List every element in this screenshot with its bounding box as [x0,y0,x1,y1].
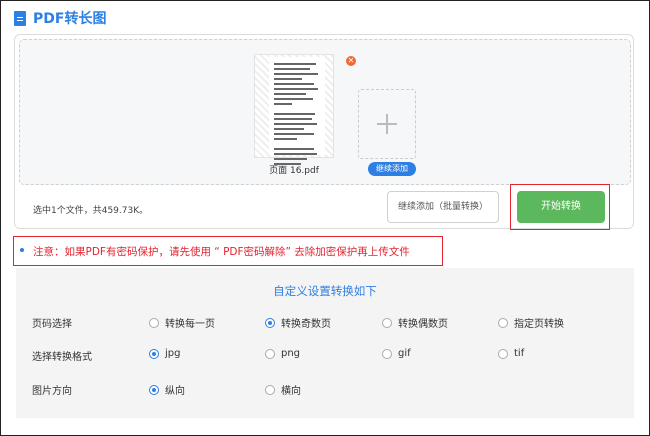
radio-icon [498,317,508,328]
preview-text-line [274,113,316,115]
radio-selected-icon [149,348,159,359]
preview-text-line [274,128,305,130]
preview-text-line [274,133,315,135]
preview-text-line [274,148,314,150]
document-icon [14,10,26,26]
plus-icon [377,114,397,134]
option-label: 纵向 [165,386,185,397]
radio-format-jpg[interactable]: jpg [149,348,180,359]
option-label: 转换每一页 [165,319,215,330]
radio-icon [149,317,159,328]
option-label: 转换奇数页 [281,319,331,330]
batch-add-button[interactable]: 继续添加（批量转换） [387,191,499,223]
preview-text-line [274,158,308,160]
radio-page-odd[interactable]: 转换奇数页 [265,315,331,330]
upload-panel: ✕ 页面 16.pdf 继续添加 选中1个文件，共459.73K。 继续添加（批… [14,34,634,230]
pdf-page-preview [269,57,325,165]
page-header: PDF转长图 [14,8,106,28]
format-label: 选择转换格式 [32,352,92,363]
preview-text-line [274,93,307,95]
preview-text-line [274,123,318,125]
add-more-button[interactable]: 继续添加 [368,162,416,176]
preview-text-line [274,153,317,155]
radio-page-every[interactable]: 转换每一页 [149,315,215,330]
add-file-box[interactable] [358,89,416,159]
radio-page-specific[interactable]: 指定页转换 [498,315,564,330]
remove-file-icon[interactable]: ✕ [346,56,356,66]
start-convert-button[interactable]: 开始转换 [517,191,605,223]
radio-icon [265,348,275,359]
orientation-label: 图片方向 [32,386,72,397]
settings-title: 自定义设置转换如下 [273,284,377,298]
preview-text-line [274,68,310,70]
bullet-dot [20,248,24,252]
radio-selected-icon [265,317,275,328]
preview-text-line [274,88,319,90]
preview-text-line [274,78,302,80]
radio-icon [265,384,275,395]
file-drop-area[interactable]: ✕ 页面 16.pdf 继续添加 [19,39,631,185]
selection-summary: 选中1个文件，共459.73K。 [33,206,149,216]
file-thumbnail[interactable] [254,54,334,165]
radio-orientation-landscape[interactable]: 横向 [265,382,301,397]
file-name: 页面 16.pdf [269,166,319,176]
radio-format-png[interactable]: png [265,348,300,359]
radio-format-tif[interactable]: tif [498,348,524,359]
preview-text-line [274,83,315,85]
option-label: gif [398,348,411,359]
preview-text-line [274,73,318,75]
preview-text-line [274,138,297,140]
radio-format-gif[interactable]: gif [382,348,411,359]
option-label: 指定页转换 [514,319,564,330]
preview-text-line [274,103,293,105]
preview-text-line [274,63,317,65]
preview-text-line [274,118,312,120]
option-label: jpg [165,348,181,359]
page-title: PDF转长图 [33,11,107,27]
password-notice: 注意：如果PDF有密码保护，请先使用 “ PDF密码解除” 去除加密保护再上传文… [33,246,410,258]
option-label: png [281,348,301,359]
radio-orientation-portrait[interactable]: 纵向 [149,382,185,397]
settings-panel: 自定义设置转换如下 页码选择 转换每一页 转换奇数页 转换偶数页 指定页转换 选… [16,268,634,418]
option-label: 横向 [281,386,301,397]
page-select-label: 页码选择 [32,319,72,330]
radio-icon [498,348,508,359]
option-label: 转换偶数页 [398,319,448,330]
radio-icon [382,317,392,328]
radio-page-even[interactable]: 转换偶数页 [382,315,448,330]
radio-icon [382,348,392,359]
option-label: tif [514,348,525,359]
radio-selected-icon [149,384,159,395]
preview-text-line [274,98,314,100]
